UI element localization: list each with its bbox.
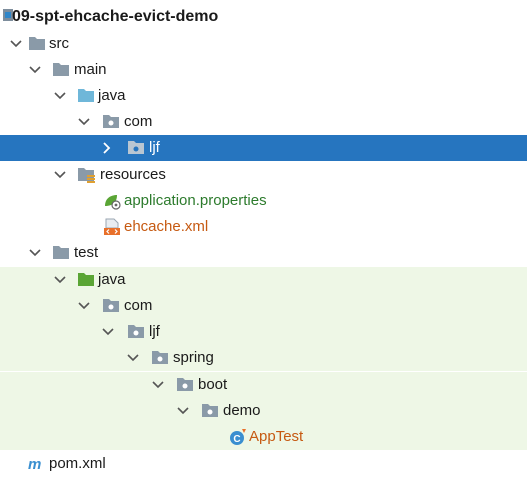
chevron-right-icon[interactable]	[100, 135, 116, 161]
tree-label: ljf	[149, 139, 160, 156]
chevron-down-icon[interactable]	[52, 162, 68, 188]
tree-label: main	[74, 61, 107, 78]
tree-label: ehcache.xml	[124, 218, 209, 235]
package-icon	[201, 398, 221, 424]
test-root-icon	[77, 267, 97, 293]
folder-icon	[52, 240, 72, 266]
tree-row-spring[interactable]: spring	[0, 345, 527, 371]
package-icon	[176, 372, 196, 398]
tree-row-src[interactable]: src	[0, 31, 527, 57]
chevron-down-icon[interactable]	[27, 240, 43, 266]
tree-row-apptest[interactable]: C AppTest	[0, 424, 527, 450]
tree-row-ljf-selected[interactable]: ljf	[0, 135, 527, 161]
resources-root-icon	[77, 162, 97, 188]
tree-label: spring	[173, 349, 214, 366]
tree-label: pom.xml	[49, 455, 106, 472]
maven-icon: m	[27, 451, 47, 477]
tree-label: java	[98, 271, 126, 288]
tree-row-main-com[interactable]: com	[0, 109, 527, 135]
tree-label: application.properties	[124, 192, 267, 209]
svg-text:m: m	[28, 456, 41, 473]
tree-label: java	[98, 87, 126, 104]
project-name: 09-spt-ehcache-evict-demo	[12, 8, 219, 25]
svg-text:C: C	[233, 434, 240, 445]
folder-icon	[52, 57, 72, 83]
tree-row-ehcache-xml[interactable]: ehcache.xml	[0, 214, 527, 240]
package-icon	[151, 345, 171, 371]
tree-label: com	[124, 113, 153, 130]
chevron-down-icon[interactable]	[175, 398, 191, 424]
source-root-icon	[77, 83, 97, 109]
tree-row-test-ljf[interactable]: ljf	[0, 319, 527, 345]
tree-row-pom-xml[interactable]: m pom.xml	[0, 451, 527, 477]
chevron-down-icon[interactable]	[27, 57, 43, 83]
tree-row-application-properties[interactable]: application.properties	[0, 188, 527, 214]
tree-row-test-java[interactable]: java	[0, 267, 527, 293]
chevron-down-icon[interactable]	[52, 267, 68, 293]
tree-row-test[interactable]: test	[0, 240, 527, 266]
folder-icon	[28, 31, 48, 57]
tree-label: ljf	[149, 323, 160, 340]
package-icon	[102, 293, 122, 319]
tree-label: AppTest	[249, 428, 304, 445]
tree-row-resources[interactable]: resources	[0, 162, 527, 188]
chevron-down-icon[interactable]	[76, 293, 92, 319]
package-icon	[127, 319, 147, 345]
tree-label: src	[49, 35, 69, 52]
chevron-down-icon[interactable]	[8, 31, 24, 57]
tree-row-main-java[interactable]: java	[0, 83, 527, 109]
tree-row-main[interactable]: main	[0, 57, 527, 83]
tree-row-project-root[interactable]: 09-spt-ehcache-evict-demo	[0, 3, 527, 29]
tree-label: test	[74, 244, 99, 261]
chevron-down-icon[interactable]	[76, 109, 92, 135]
tree-row-boot[interactable]: boot	[0, 372, 527, 398]
chevron-down-icon[interactable]	[125, 345, 141, 371]
tree-label: com	[124, 297, 153, 314]
package-icon	[127, 135, 147, 161]
chevron-down-icon[interactable]	[150, 372, 166, 398]
project-tree: 09-spt-ehcache-evict-demo src main java	[0, 0, 527, 477]
chevron-down-icon[interactable]	[100, 319, 116, 345]
xml-file-icon	[102, 214, 122, 240]
tree-label: resources	[100, 166, 166, 183]
tree-label: boot	[198, 376, 228, 393]
tree-row-test-com[interactable]: com	[0, 293, 527, 319]
package-icon	[102, 109, 122, 135]
tree-label: demo	[223, 402, 261, 419]
chevron-down-icon[interactable]	[52, 83, 68, 109]
tree-row-demo[interactable]: demo	[0, 398, 527, 424]
class-icon: C	[228, 424, 248, 450]
properties-file-icon	[102, 188, 122, 214]
